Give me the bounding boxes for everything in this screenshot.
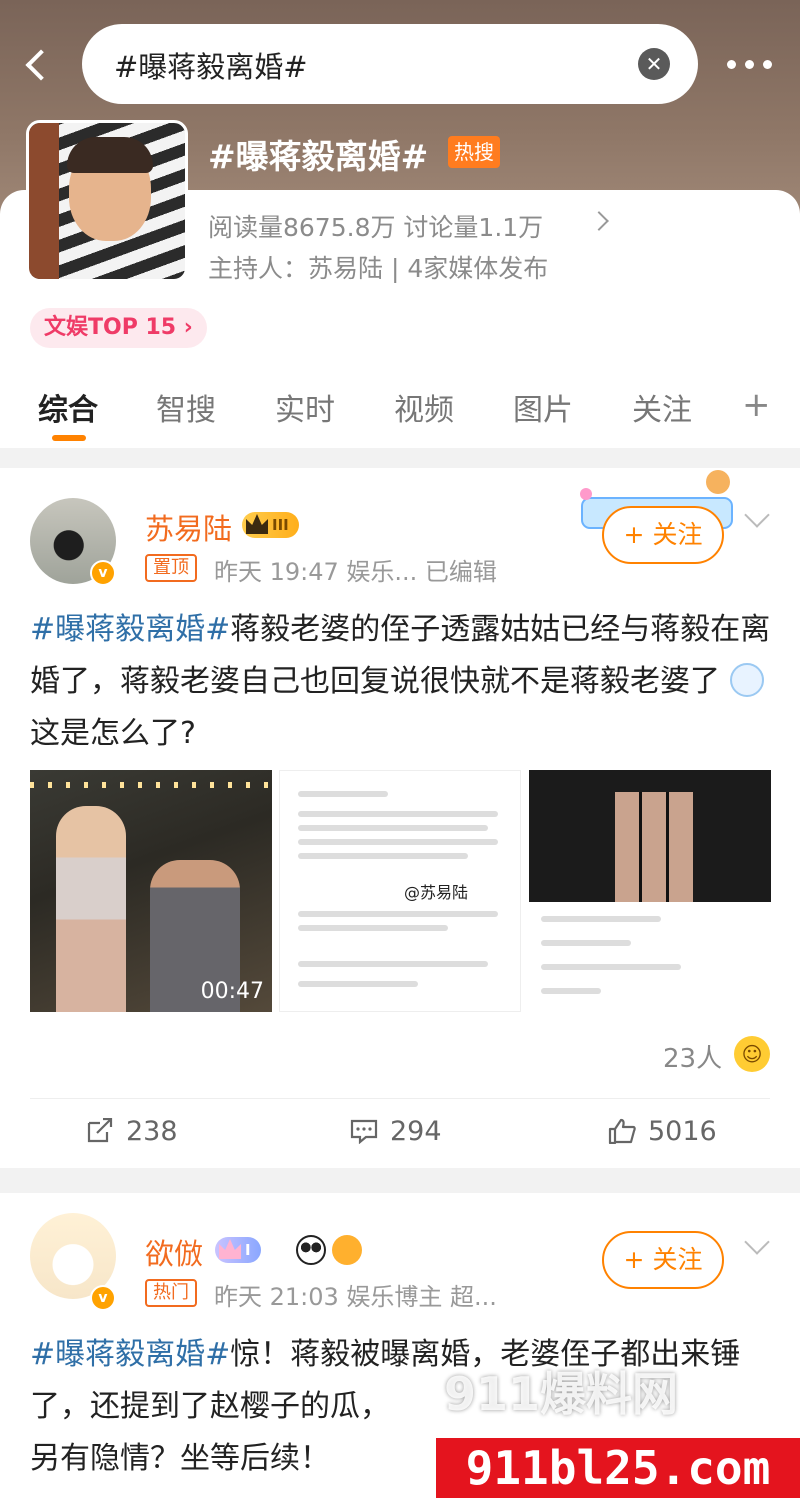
like-button[interactable]: 5016: [608, 1116, 717, 1147]
comment-icon: [350, 1119, 378, 1144]
back-icon: [25, 49, 57, 81]
rank-badge[interactable]: 文娱TOP 15 ›: [30, 308, 207, 348]
repost-icon: [87, 1118, 113, 1143]
site-watermark: 911爆料网 911bl25.com: [430, 1358, 800, 1505]
post-meta: 昨天 21:03 娱乐博主 超...: [214, 1283, 497, 1311]
image-watermark: @苏易陆: [404, 883, 469, 902]
active-tab-indicator: [52, 435, 86, 441]
chevron-down-icon[interactable]: [744, 1229, 770, 1255]
tab-following[interactable]: 关注: [632, 385, 692, 429]
watermark-bottom-text: 911bl25.com: [436, 1438, 800, 1498]
search-input[interactable]: #曝蒋毅离婚#: [114, 44, 308, 86]
comment-button[interactable]: 294: [350, 1116, 442, 1147]
video-duration: 00:47: [200, 979, 264, 1004]
user-name[interactable]: 欲倣: [145, 1231, 203, 1273]
chevron-down-icon[interactable]: [744, 502, 770, 528]
level-badge: I: [215, 1237, 261, 1263]
post-text: #曝蒋毅离婚#蒋毅老婆的侄子透露姑姑已经与蒋毅在离婚了，蒋毅老婆自己也回复说很快…: [30, 612, 771, 751]
fish-icon: [332, 1235, 362, 1265]
repost-button[interactable]: 238: [86, 1116, 178, 1147]
hot-tag: 热门: [145, 1279, 197, 1307]
tab-comprehensive[interactable]: 综合: [38, 385, 98, 429]
back-button[interactable]: [18, 42, 58, 86]
tab-realtime[interactable]: 实时: [275, 385, 335, 429]
tab-video[interactable]: 视频: [394, 385, 454, 429]
emoji-icon: [729, 663, 764, 697]
topic-title: #曝蒋毅离婚#: [208, 137, 429, 176]
hot-badge: 热搜: [448, 136, 500, 168]
search-bar[interactable]: #曝蒋毅离婚# ✕: [82, 24, 698, 104]
post-image[interactable]: @苏易陆: [279, 770, 521, 1012]
hashtag-link[interactable]: #曝蒋毅离婚#: [30, 612, 230, 647]
reaction-count[interactable]: 23人: [663, 1038, 722, 1075]
level-badge: III: [242, 512, 299, 538]
verified-icon: v: [90, 560, 116, 586]
pinned-tag: 置顶: [145, 554, 197, 582]
verified-icon: v: [90, 1285, 116, 1311]
grin-emoji-icon: ☺: [734, 1036, 770, 1072]
topic-avatar: [26, 120, 188, 282]
follow-button[interactable]: + 关注: [602, 1231, 724, 1289]
watermark-top-text: 911爆料网: [444, 1367, 679, 1421]
add-tab-icon[interactable]: +: [742, 385, 771, 425]
tab-images[interactable]: 图片: [513, 385, 573, 429]
user-name[interactable]: 苏易陆: [145, 506, 232, 548]
post-card: v 苏易陆 III 置顶 昨天 19:47 娱乐... 已编辑 + 关注 #曝蒋…: [0, 468, 800, 1168]
divider: [30, 1098, 770, 1099]
tab-smart-search[interactable]: 智搜: [156, 385, 216, 429]
post-image[interactable]: [529, 770, 771, 1012]
crown-icon: [246, 514, 268, 534]
clear-icon[interactable]: ✕: [638, 48, 670, 80]
topic-host: 主持人：苏易陆 | 4家媒体发布: [208, 254, 549, 283]
badge-icon: [219, 1239, 241, 1259]
tab-bar: 综合 智搜 实时 视频 图片 关注 +: [0, 385, 800, 447]
like-icon: [608, 1118, 636, 1144]
follow-button[interactable]: + 关注: [602, 506, 724, 564]
more-icon[interactable]: [725, 44, 775, 84]
hashtag-link[interactable]: #曝蒋毅离婚#: [30, 1337, 230, 1372]
panda-icon: [296, 1235, 326, 1265]
post-video-thumbnail[interactable]: 00:47: [30, 770, 272, 1012]
topic-stats[interactable]: 阅读量8675.8万 讨论量1.1万: [208, 208, 543, 244]
post-meta: 昨天 19:47 娱乐... 已编辑: [214, 558, 497, 586]
